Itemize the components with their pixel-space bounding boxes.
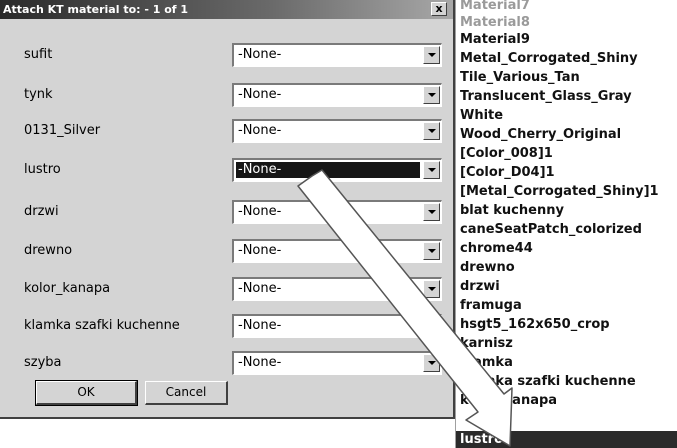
ok-button[interactable]: OK	[35, 380, 138, 406]
chevron-down-icon[interactable]	[423, 317, 440, 335]
row-label-tynk: tynk	[24, 87, 53, 102]
combo-value: -None-	[238, 318, 282, 333]
list-item[interactable]: Material8	[460, 14, 530, 31]
list-item[interactable]: [Color_D04]1	[460, 164, 555, 181]
list-item[interactable]: drzwi	[460, 278, 500, 295]
row-label-klamka-szafki-kuchenne: klamka szafki kuchenne	[24, 318, 180, 333]
list-item[interactable]: drewno	[460, 259, 515, 276]
combo-szyba[interactable]: -None-	[232, 351, 442, 375]
chevron-down-icon[interactable]	[423, 280, 440, 298]
row-label-szyba: szyba	[24, 355, 62, 370]
combo-klamka-szafki-kuchenne[interactable]: -None-	[232, 314, 442, 338]
list-item[interactable]: klamka szafki kuchenne	[460, 373, 636, 390]
row-label-0131-silver: 0131_Silver	[24, 123, 101, 138]
row-label-lustro: lustro	[24, 162, 61, 177]
list-item[interactable]: Material7	[460, 0, 530, 14]
combo-sufit[interactable]: -None-	[232, 43, 442, 67]
close-button[interactable]: x	[431, 2, 447, 16]
combo-value: -None-	[238, 123, 282, 138]
screen: Attach KT material to: - 1 of 1 x sufit …	[0, 0, 677, 448]
dialog-titlebar[interactable]: Attach KT material to: - 1 of 1 x	[0, 0, 453, 19]
combo-tynk[interactable]: -None-	[232, 83, 442, 107]
combo-0131-silver[interactable]: -None-	[232, 119, 442, 143]
list-item[interactable]: [Color_008]1	[460, 145, 553, 162]
row-label-sufit: sufit	[24, 47, 53, 62]
list-item[interactable]: chrome44	[460, 240, 533, 257]
combo-value: -None-	[238, 281, 282, 296]
list-item[interactable]: karnisz	[460, 335, 513, 352]
row-label-drzwi: drzwi	[24, 204, 59, 219]
list-item[interactable]: caneSeatPatch_colorized	[460, 221, 642, 238]
chevron-down-icon[interactable]	[423, 161, 440, 179]
list-item[interactable]: White	[460, 107, 503, 124]
list-item[interactable]: Tile_Various_Tan	[460, 69, 580, 86]
chevron-down-icon[interactable]	[423, 46, 440, 64]
combo-value: -None-	[238, 204, 282, 219]
combo-value: -None-	[238, 47, 282, 62]
chevron-down-icon[interactable]	[423, 242, 440, 260]
combo-drewno[interactable]: -None-	[232, 239, 442, 263]
list-item[interactable]: blat kuchenny	[460, 202, 564, 219]
row-label-drewno: drewno	[24, 243, 73, 258]
list-item[interactable]: kolor_kanapa	[460, 392, 557, 409]
list-item[interactable]: klamka	[460, 354, 513, 371]
list-item-selected[interactable]: lustro	[456, 431, 677, 448]
cancel-button[interactable]: Cancel	[145, 381, 228, 405]
list-item[interactable]: Material9	[460, 31, 530, 48]
chevron-down-icon[interactable]	[423, 203, 440, 221]
combo-value: -None-	[236, 162, 420, 178]
attach-material-dialog: Attach KT material to: - 1 of 1 x sufit …	[0, 0, 455, 419]
chevron-down-icon[interactable]	[423, 122, 440, 140]
row-label-kolor-kanapa: kolor_kanapa	[24, 281, 111, 296]
close-icon: x	[435, 2, 443, 15]
combo-value: -None-	[238, 355, 282, 370]
list-item[interactable]: hsgt5_162x650_crop	[460, 316, 610, 333]
material-list[interactable]: Material7 Material8 Material9 Metal_Corr…	[455, 0, 677, 448]
list-item[interactable]: Wood_Cherry_Original	[460, 126, 621, 143]
list-item[interactable]: framuga	[460, 297, 522, 314]
combo-value: -None-	[238, 243, 282, 258]
list-item[interactable]: [Metal_Corrogated_Shiny]1	[460, 183, 659, 200]
list-item[interactable]: Translucent_Glass_Gray	[460, 88, 632, 105]
chevron-down-icon[interactable]	[423, 86, 440, 104]
combo-value: -None-	[238, 87, 282, 102]
combo-drzwi[interactable]: -None-	[232, 200, 442, 224]
list-item[interactable]: Metal_Corrogated_Shiny	[460, 50, 638, 67]
dialog-title: Attach KT material to: - 1 of 1	[3, 3, 189, 16]
combo-lustro[interactable]: -None-	[232, 158, 442, 182]
chevron-down-icon[interactable]	[423, 354, 440, 372]
combo-kolor-kanapa[interactable]: -None-	[232, 277, 442, 301]
